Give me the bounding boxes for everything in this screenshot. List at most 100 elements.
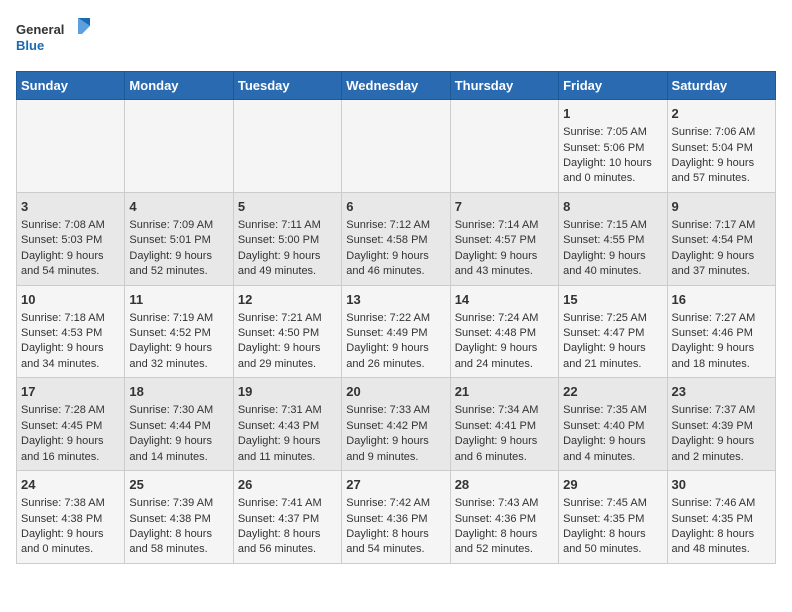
calendar-cell (450, 100, 558, 193)
calendar-cell: 6Sunrise: 7:12 AMSunset: 4:58 PMDaylight… (342, 192, 450, 285)
day-info: Daylight: 9 hours and 52 minutes. (129, 249, 228, 280)
day-number: 16 (672, 291, 771, 309)
day-info: Sunset: 5:01 PM (129, 233, 228, 248)
day-info: Sunrise: 7:41 AM (238, 496, 337, 511)
day-info: Daylight: 9 hours and 49 minutes. (238, 249, 337, 280)
day-number: 27 (346, 476, 445, 494)
calendar-week-row: 24Sunrise: 7:38 AMSunset: 4:38 PMDayligh… (17, 471, 776, 564)
day-number: 10 (21, 291, 120, 309)
day-info: Sunset: 4:53 PM (21, 326, 120, 341)
header: General Blue (16, 16, 776, 61)
calendar-cell: 18Sunrise: 7:30 AMSunset: 4:44 PMDayligh… (125, 378, 233, 471)
logo-svg: General Blue (16, 16, 96, 61)
day-number: 19 (238, 383, 337, 401)
day-number: 8 (563, 198, 662, 216)
day-number: 12 (238, 291, 337, 309)
day-info: Daylight: 9 hours and 24 minutes. (455, 341, 554, 372)
day-number: 11 (129, 291, 228, 309)
calendar-cell: 5Sunrise: 7:11 AMSunset: 5:00 PMDaylight… (233, 192, 341, 285)
day-info: Sunrise: 7:22 AM (346, 311, 445, 326)
weekday-header-saturday: Saturday (667, 72, 775, 100)
day-number: 22 (563, 383, 662, 401)
calendar-cell: 12Sunrise: 7:21 AMSunset: 4:50 PMDayligh… (233, 285, 341, 378)
day-info: Sunrise: 7:11 AM (238, 218, 337, 233)
day-number: 23 (672, 383, 771, 401)
calendar-cell: 26Sunrise: 7:41 AMSunset: 4:37 PMDayligh… (233, 471, 341, 564)
day-info: Daylight: 9 hours and 34 minutes. (21, 341, 120, 372)
day-info: Daylight: 9 hours and 32 minutes. (129, 341, 228, 372)
calendar-week-row: 3Sunrise: 7:08 AMSunset: 5:03 PMDaylight… (17, 192, 776, 285)
day-number: 1 (563, 105, 662, 123)
calendar-cell: 3Sunrise: 7:08 AMSunset: 5:03 PMDaylight… (17, 192, 125, 285)
calendar-cell: 10 Sunrise: 7:18 AMSunset: 4:53 PMDayligh… (17, 285, 125, 378)
day-info: Daylight: 9 hours and 2 minutes. (672, 434, 771, 465)
day-info: Sunrise: 7:15 AM (563, 218, 662, 233)
calendar-cell: 21Sunrise: 7:34 AMSunset: 4:41 PMDayligh… (450, 378, 558, 471)
day-number: 30 (672, 476, 771, 494)
weekday-header-monday: Monday (125, 72, 233, 100)
day-info: Sunset: 4:36 PM (346, 512, 445, 527)
day-info: Sunrise: 7:24 AM (455, 311, 554, 326)
calendar-cell: 23Sunrise: 7:37 AMSunset: 4:39 PMDayligh… (667, 378, 775, 471)
calendar-cell: 30Sunrise: 7:46 AMSunset: 4:35 PMDayligh… (667, 471, 775, 564)
day-info: Sunrise: 7:09 AM (129, 218, 228, 233)
day-info: Daylight: 9 hours and 40 minutes. (563, 249, 662, 280)
day-number: 7 (455, 198, 554, 216)
svg-text:General: General (16, 22, 64, 37)
day-info: Daylight: 9 hours and 6 minutes. (455, 434, 554, 465)
day-info: Sunset: 4:46 PM (672, 326, 771, 341)
calendar-cell: 17Sunrise: 7:28 AMSunset: 4:45 PMDayligh… (17, 378, 125, 471)
day-info: Daylight: 9 hours and 29 minutes. (238, 341, 337, 372)
day-number: 17 (21, 383, 120, 401)
day-info: Sunset: 4:54 PM (672, 233, 771, 248)
day-info: Sunrise: 7:27 AM (672, 311, 771, 326)
day-info: Sunrise: 7:19 AM (129, 311, 228, 326)
day-info: Sunset: 4:35 PM (672, 512, 771, 527)
day-info: Sunset: 4:48 PM (455, 326, 554, 341)
calendar-cell: 4 Sunrise: 7:09 AMSunset: 5:01 PMDaylight… (125, 192, 233, 285)
day-info: Daylight: 9 hours and 11 minutes. (238, 434, 337, 465)
day-info: Daylight: 8 hours and 48 minutes. (672, 527, 771, 558)
day-info: Daylight: 8 hours and 54 minutes. (346, 527, 445, 558)
day-info: Daylight: 10 hours and 0 minutes. (563, 156, 662, 187)
weekday-header-thursday: Thursday (450, 72, 558, 100)
day-info: Sunrise: 7:45 AM (563, 496, 662, 511)
day-number: 20 (346, 383, 445, 401)
day-info: Sunset: 4:35 PM (563, 512, 662, 527)
weekday-header-row: SundayMondayTuesdayWednesdayThursdayFrid… (17, 72, 776, 100)
day-info: Daylight: 9 hours and 9 minutes. (346, 434, 445, 465)
day-info: Sunrise: 7:14 AM (455, 218, 554, 233)
day-info: Sunset: 4:39 PM (672, 419, 771, 434)
day-info: Sunset: 5:00 PM (238, 233, 337, 248)
day-info: Sunrise: 7:39 AM (129, 496, 228, 511)
calendar-cell: 9Sunrise: 7:17 AMSunset: 4:54 PMDaylight… (667, 192, 775, 285)
calendar-cell: 11Sunrise: 7:19 AMSunset: 4:52 PMDayligh… (125, 285, 233, 378)
calendar-cell: 24Sunrise: 7:38 AMSunset: 4:38 PMDayligh… (17, 471, 125, 564)
day-number: 24 (21, 476, 120, 494)
day-info: Sunrise: 7:08 AM (21, 218, 120, 233)
day-number: 3 (21, 198, 120, 216)
calendar-cell: 13Sunrise: 7:22 AMSunset: 4:49 PMDayligh… (342, 285, 450, 378)
day-number: 9 (672, 198, 771, 216)
calendar-cell: 19Sunrise: 7:31 AMSunset: 4:43 PMDayligh… (233, 378, 341, 471)
day-info: Daylight: 9 hours and 46 minutes. (346, 249, 445, 280)
day-info: Sunset: 5:06 PM (563, 141, 662, 156)
day-info: Sunset: 4:50 PM (238, 326, 337, 341)
day-info: Sunset: 4:38 PM (21, 512, 120, 527)
day-number: 4 (129, 198, 228, 216)
day-info: Daylight: 9 hours and 14 minutes. (129, 434, 228, 465)
day-number: 13 (346, 291, 445, 309)
weekday-header-wednesday: Wednesday (342, 72, 450, 100)
day-number: 2 (672, 105, 771, 123)
calendar-week-row: 1Sunrise: 7:05 AMSunset: 5:06 PMDaylight… (17, 100, 776, 193)
weekday-header-friday: Friday (559, 72, 667, 100)
day-info: Sunset: 4:44 PM (129, 419, 228, 434)
day-info: Sunrise: 7:18 AM (21, 311, 120, 326)
logo: General Blue (16, 16, 96, 61)
day-info: Sunrise: 7:06 AM (672, 125, 771, 140)
day-info: Sunset: 4:57 PM (455, 233, 554, 248)
day-info: Sunrise: 7:34 AM (455, 403, 554, 418)
day-info: Sunrise: 7:33 AM (346, 403, 445, 418)
day-number: 15 (563, 291, 662, 309)
day-info: Sunset: 5:04 PM (672, 141, 771, 156)
